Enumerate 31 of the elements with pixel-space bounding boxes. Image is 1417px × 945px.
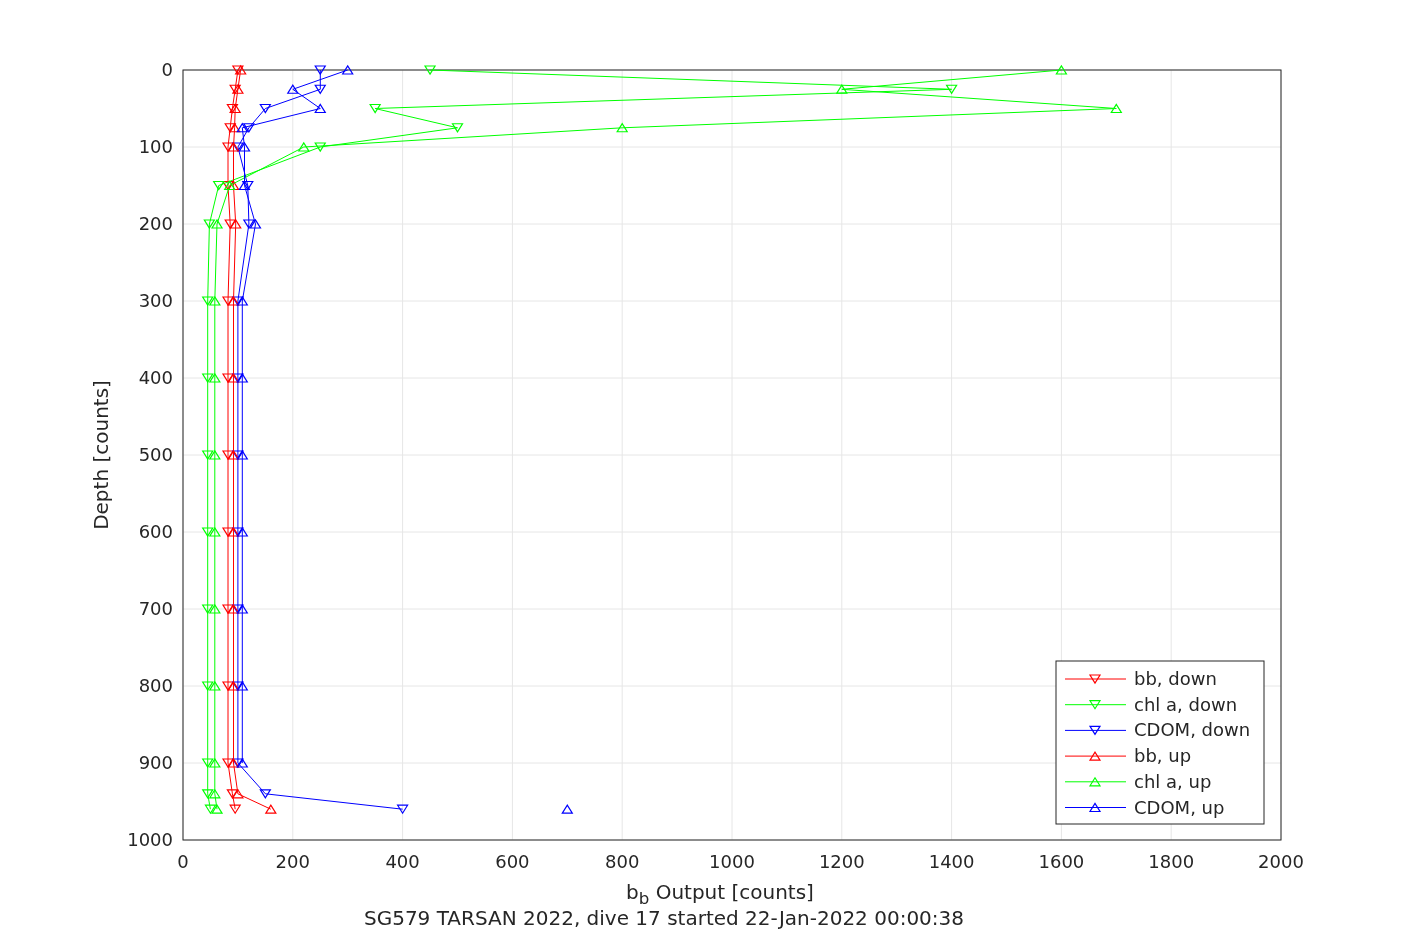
legend-label: chl a, up xyxy=(1134,770,1212,792)
legend-label: chl a, down xyxy=(1134,693,1238,715)
y-tick-label: 900 xyxy=(138,752,173,773)
y-tick-label: 200 xyxy=(138,213,173,234)
y-tick-label: 700 xyxy=(138,598,173,619)
x-tick-label: 400 xyxy=(385,851,420,872)
x-tick-label: 800 xyxy=(605,851,640,872)
x-tick-label: 1400 xyxy=(928,851,975,872)
x-tick-label: 0 xyxy=(177,851,189,872)
legend-label: bb, up xyxy=(1134,745,1192,767)
y-tick-label: 0 xyxy=(161,59,173,80)
y-tick-label: 100 xyxy=(138,136,173,157)
x-axis-label: b$_{b}$ Output [counts] xyxy=(626,880,814,908)
legend-label: CDOM, down xyxy=(1134,719,1251,741)
y-tick-label: 600 xyxy=(138,521,173,542)
x-tick-label: 200 xyxy=(275,851,310,872)
x-tick-label: 1800 xyxy=(1148,851,1195,872)
y-tick-label: 500 xyxy=(138,444,173,465)
y-axis-label: Depth [counts] xyxy=(89,380,113,530)
x-tick-label: 1200 xyxy=(818,851,865,872)
x-tick-label: 1600 xyxy=(1038,851,1085,872)
y-tick-label: 800 xyxy=(138,675,173,696)
x-tick-label: 2000 xyxy=(1258,851,1304,872)
legend-label: CDOM, up xyxy=(1134,796,1225,818)
x-tick-label: 1000 xyxy=(709,851,755,872)
y-tick-label: 400 xyxy=(138,367,173,388)
legend-label: bb, down xyxy=(1134,668,1217,689)
x-tick-label: 600 xyxy=(495,851,530,872)
chart-title: SG579 TARSAN 2022, dive 17 started 22-Jan-2022 00:00:38 xyxy=(363,906,965,930)
y-tick-label: 300 xyxy=(138,290,173,311)
y-tick-label: 1000 xyxy=(127,829,173,850)
